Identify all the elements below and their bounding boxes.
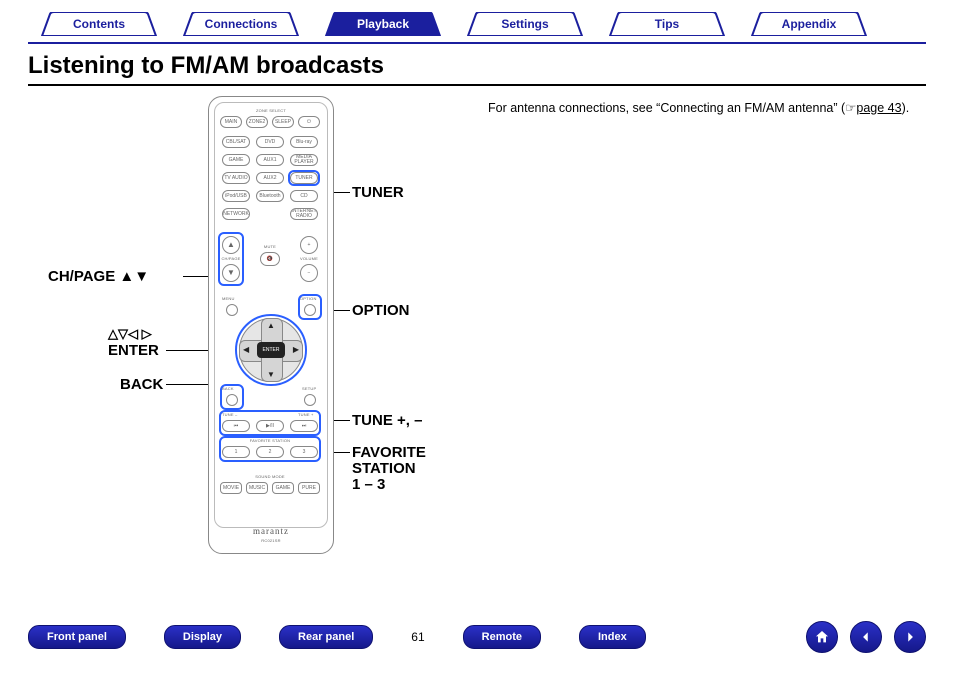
btn-vol-down: − (300, 264, 318, 282)
tab-playback[interactable]: Playback (312, 12, 454, 36)
tab-settings[interactable]: Settings (454, 12, 596, 36)
btn-sleep: SLEEP (272, 116, 294, 128)
setup-label: SETUP (302, 386, 316, 391)
callout-fav3: 1 – 3 (352, 476, 385, 493)
nav-index[interactable]: Index (579, 625, 646, 649)
btn-music: MUSIC (246, 482, 268, 494)
tabs-rule (28, 42, 926, 44)
tab-label: Settings (501, 17, 548, 31)
tab-label: Connections (205, 17, 278, 31)
nav-display[interactable]: Display (164, 625, 241, 649)
page-title: Listening to FM/AM broadcasts (28, 52, 926, 80)
btn-bt: Bluetooth (256, 190, 284, 202)
btn-iradio: INTERNET RADIO (290, 208, 318, 220)
top-tabs: Contents Connections Playback Settings T… (28, 6, 926, 44)
highlight-chpage (218, 232, 244, 286)
tab-label: Tips (655, 17, 679, 31)
btn-mute: 🔇 (260, 252, 280, 266)
btn-movie: MOVIE (220, 482, 242, 494)
callout-option: OPTION (352, 302, 410, 319)
btn-network: NETWORK (222, 208, 250, 220)
tab-label: Appendix (782, 17, 837, 31)
highlight-option (298, 294, 322, 320)
callout-tune: TUNE +, – (352, 412, 422, 429)
mute-label: MUTE (258, 244, 282, 249)
btn-cblsat: CBL/SAT (222, 136, 250, 148)
btn-power: ⏻ (298, 116, 320, 128)
tab-label: Contents (73, 17, 125, 31)
model-label: RC021SR (208, 538, 334, 543)
btn-game: GAME (222, 154, 250, 166)
highlight-dpad (235, 314, 307, 386)
heading-rule (28, 84, 926, 86)
btn-dvd: DVD (256, 136, 284, 148)
btn-ipod: iPod/USB (222, 190, 250, 202)
callout-arrows: △▽◁ ▷ (108, 326, 152, 342)
remote: ZONE SELECT MAIN ZONE2 SLEEP ⏻ CBL/SAT D… (208, 96, 334, 554)
highlight-tune (219, 410, 321, 436)
soundmode-label: SOUND MODE (242, 474, 298, 479)
btn-zone2: ZONE2 (246, 116, 268, 128)
nav-front-panel[interactable]: Front panel (28, 625, 126, 649)
callout-enter: ENTER (108, 342, 159, 359)
home-icon[interactable] (806, 621, 838, 653)
btn-setup (304, 394, 316, 406)
tab-connections[interactable]: Connections (170, 12, 312, 36)
tab-tips[interactable]: Tips (596, 12, 738, 36)
btn-media: MEDIA PLAYER (290, 154, 318, 166)
btn-main: MAIN (220, 116, 242, 128)
callout-fav2: STATION (352, 460, 416, 477)
brand-label: marantz (208, 526, 334, 536)
remote-figure: CH/PAGE ▲▼ △▽◁ ▷ ENTER BACK TUNER OPTION… (28, 96, 488, 616)
btn-cd: CD (290, 190, 318, 202)
btn-vol-up: + (300, 236, 318, 254)
vol-label: VOLUME (296, 256, 322, 261)
tab-appendix[interactable]: Appendix (738, 12, 880, 36)
highlight-fav (219, 436, 321, 462)
nav-remote[interactable]: Remote (463, 625, 541, 649)
prev-icon[interactable] (850, 621, 882, 653)
triangles-icon: ▲▼ (119, 268, 149, 285)
bottom-bar: Front panel Display Rear panel 61 Remote… (28, 619, 926, 655)
hand-icon: ☞ (845, 101, 856, 115)
next-icon[interactable] (894, 621, 926, 653)
zone-select-label: ZONE SELECT (236, 108, 306, 113)
btn-tvaudio: TV AUDIO (222, 172, 250, 184)
btn-aux2: AUX2 (256, 172, 284, 184)
body-text: For antenna connections, see “Connecting… (488, 96, 926, 616)
page-number: 61 (411, 630, 424, 644)
btn-game2: GAME (272, 482, 294, 494)
nav-rear-panel[interactable]: Rear panel (279, 625, 373, 649)
callout-ch-page: CH/PAGE ▲▼ (48, 268, 149, 285)
highlight-back (220, 384, 244, 410)
btn-pure: PURE (298, 482, 320, 494)
page-link[interactable]: page 43 (856, 101, 901, 115)
menu-label: MENU (222, 296, 235, 301)
tab-label: Playback (357, 17, 409, 31)
btn-aux1: AUX1 (256, 154, 284, 166)
highlight-tuner (288, 170, 320, 186)
btn-menu (226, 304, 238, 316)
btn-bluray: Blu-ray (290, 136, 318, 148)
callout-fav1: FAVORITE (352, 444, 426, 461)
callout-tuner: TUNER (352, 184, 404, 201)
callout-back: BACK (120, 376, 163, 393)
tab-contents[interactable]: Contents (28, 12, 170, 36)
